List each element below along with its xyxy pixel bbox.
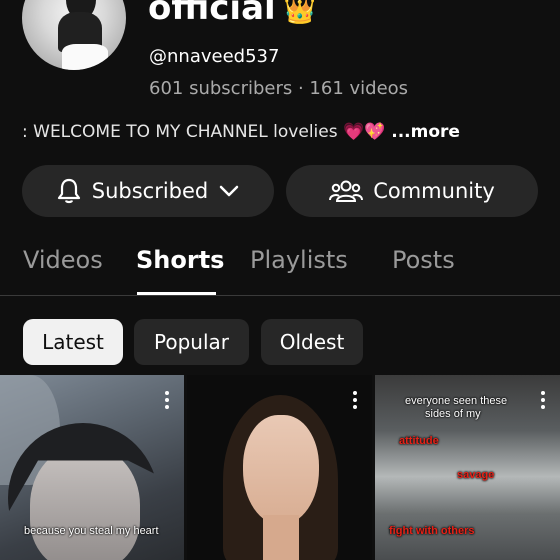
more-options-icon[interactable]	[540, 391, 546, 411]
crown-emoji: 👑	[283, 0, 317, 26]
short-thumbnail-3[interactable]: everyone seen these sides of my attitude…	[375, 375, 560, 560]
short-caption: sides of my	[425, 408, 481, 420]
filter-popular[interactable]: Popular	[134, 319, 249, 365]
short-caption-red: savage	[457, 469, 495, 481]
tab-posts[interactable]: Posts	[392, 246, 455, 274]
active-tab-indicator	[137, 292, 216, 295]
channel-title-text: official	[148, 0, 276, 28]
channel-avatar[interactable]	[22, 0, 126, 70]
community-button[interactable]: Community	[286, 165, 538, 217]
channel-handle: @nnaveed537	[149, 46, 280, 67]
thumbnail-neck	[263, 515, 299, 560]
tab-videos[interactable]: Videos	[23, 246, 103, 274]
community-icon	[329, 180, 364, 202]
avatar-figure-skirt	[62, 44, 108, 70]
thumbnail-face	[243, 415, 319, 525]
short-caption-red: fight with others	[389, 525, 475, 537]
chevron-down-icon	[220, 185, 239, 197]
subscribed-label: Subscribed	[91, 179, 209, 203]
more-options-icon[interactable]	[352, 391, 358, 411]
bell-icon	[57, 178, 80, 204]
description-text: : WELCOME TO MY CHANNEL lovelies 💗💖	[22, 122, 386, 142]
more-link[interactable]: ...more	[385, 122, 460, 142]
subscribed-button[interactable]: Subscribed	[22, 165, 274, 217]
filter-latest[interactable]: Latest	[23, 319, 123, 365]
filter-oldest[interactable]: Oldest	[261, 319, 363, 365]
channel-stats: 601 subscribers · 161 videos	[149, 78, 409, 99]
channel-title: official 👑	[148, 0, 316, 28]
tab-shorts[interactable]: Shorts	[136, 246, 224, 274]
more-options-icon[interactable]	[164, 391, 170, 411]
thumbnail-face	[30, 445, 140, 560]
short-thumbnail-1[interactable]: because you steal my heart	[0, 375, 184, 560]
community-label: Community	[373, 179, 495, 203]
short-thumbnail-2[interactable]	[187, 375, 372, 560]
short-caption: everyone seen these	[405, 395, 508, 407]
channel-description[interactable]: : WELCOME TO MY CHANNEL lovelies 💗💖 ...m…	[22, 122, 460, 142]
channel-tabs: Videos Shorts Playlists Posts	[0, 240, 560, 296]
short-caption-red: attitude	[399, 435, 439, 447]
short-caption: because you steal my heart	[24, 525, 159, 537]
tab-playlists[interactable]: Playlists	[250, 246, 348, 274]
